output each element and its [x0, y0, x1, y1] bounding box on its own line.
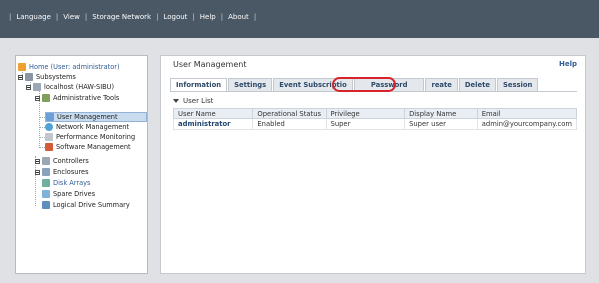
tree-item-label: Enclosures — [53, 168, 89, 176]
menu-separator: | — [156, 13, 159, 21]
controller-icon — [42, 157, 50, 165]
collapse-icon[interactable] — [35, 95, 40, 101]
tree-item-controllers[interactable]: Controllers — [35, 156, 89, 166]
menu-logout[interactable]: Logout — [163, 13, 187, 21]
user-table: User Name Operational Status Privilege D… — [172, 108, 578, 130]
disk-array-icon — [42, 179, 50, 187]
help-link[interactable]: Help — [559, 60, 577, 68]
table-row[interactable]: administrator Enabled Super Super user a… — [172, 118, 578, 130]
section-title: User List — [183, 97, 214, 105]
logical-drive-icon — [42, 201, 50, 209]
cell-user-name[interactable]: administrator — [172, 118, 254, 130]
menu-help[interactable]: Help — [200, 13, 216, 21]
tree-item-subsystems[interactable]: Subsystems — [18, 72, 76, 82]
tree-item-label: Software Management — [56, 143, 131, 151]
tree-item-label: Logical Drive Summary — [53, 201, 130, 209]
tree-item-enclosures[interactable]: Enclosures — [35, 167, 89, 177]
tab-settings[interactable]: Settings — [228, 78, 273, 91]
column-header: Email — [476, 108, 578, 119]
menu-separator: | — [253, 13, 257, 21]
table-header-row: User Name Operational Status Privilege D… — [172, 108, 578, 119]
menu-language[interactable]: Language — [16, 13, 51, 21]
tree-item-logical-drive-summary[interactable]: Logical Drive Summary — [42, 200, 130, 210]
subsystems-icon — [25, 73, 33, 81]
navigation-tree: Home (User: administrator) Subsystems lo… — [15, 55, 148, 274]
tree-item-label: Subsystems — [36, 73, 76, 81]
performance-icon — [45, 133, 53, 141]
tree-item-label: Network Management — [56, 123, 130, 131]
tree-item-spare-drives[interactable]: Spare Drives — [42, 189, 95, 199]
tree-item-label: Performance Monitoring — [56, 133, 136, 141]
tools-icon — [42, 94, 50, 102]
user-list-header[interactable]: User List — [173, 97, 213, 105]
home-icon — [18, 63, 26, 71]
software-icon — [45, 143, 53, 151]
menu-separator: | — [220, 13, 224, 21]
expand-icon[interactable] — [35, 158, 40, 164]
main-menu: | Language | View | Storage Network | Lo… — [4, 13, 261, 21]
top-menu-bar: | Language | View | Storage Network | Lo… — [0, 0, 599, 38]
cell-display-name: Super user — [404, 118, 478, 130]
tree-item-disk-arrays[interactable]: Disk Arrays — [42, 178, 90, 188]
tree-item-label: User Management — [57, 113, 118, 121]
tree-item-label: Disk Arrays — [53, 179, 91, 187]
user-icon — [46, 113, 54, 121]
network-icon — [45, 123, 53, 131]
page-title: User Management — [173, 60, 247, 69]
tree-item-software-management[interactable]: Software Management — [45, 142, 131, 152]
tree-item-label: localhost (HAW-SIBU) — [44, 83, 115, 91]
menu-about[interactable]: About — [228, 13, 249, 21]
column-header: Operational Status — [252, 108, 327, 119]
collapse-icon[interactable] — [18, 74, 23, 80]
tree-item-network-management[interactable]: Network Management — [45, 122, 129, 132]
collapse-icon[interactable] — [26, 84, 31, 90]
tree-item-localhost[interactable]: localhost (HAW-SIBU) — [26, 82, 114, 92]
tree-item-administrative-tools[interactable]: Administrative Tools — [35, 93, 119, 103]
column-header: Display Name — [404, 108, 478, 119]
tab-session[interactable]: Session — [496, 78, 539, 91]
cell-operational-status: Enabled — [252, 118, 327, 130]
tree-item-performance-monitoring[interactable]: Performance Monitoring — [45, 132, 135, 142]
menu-storage-network[interactable]: Storage Network — [92, 13, 151, 21]
tab-create[interactable]: reate — [425, 78, 458, 91]
tree-item-label: Spare Drives — [53, 190, 96, 198]
tab-delete[interactable]: Delete — [458, 78, 496, 91]
menu-separator: | — [9, 13, 12, 21]
column-header: Privilege — [325, 108, 406, 119]
server-icon — [33, 83, 41, 91]
collapse-triangle-icon — [173, 99, 179, 103]
expand-icon[interactable] — [35, 169, 40, 175]
user-management-panel: User Management Help Information Setting… — [160, 55, 586, 274]
tree-item-label: Controllers — [53, 157, 89, 165]
tree-item-user-management[interactable]: User Management — [45, 112, 147, 122]
menu-separator: | — [192, 13, 195, 21]
spare-drive-icon — [42, 190, 50, 198]
cell-privilege: Super — [325, 118, 406, 130]
cell-email: admin@yourcompany.com — [476, 118, 578, 130]
menu-separator: | — [55, 13, 59, 21]
menu-separator: | — [84, 13, 88, 21]
tab-information[interactable]: Information — [170, 78, 228, 91]
menu-view[interactable]: View — [63, 13, 80, 21]
column-header: User Name — [172, 108, 254, 119]
tree-item-label: Home (User: administrator) — [29, 63, 120, 71]
password-tab-highlight — [332, 77, 396, 92]
enclosure-icon — [42, 168, 50, 176]
tree-item-label: Administrative Tools — [53, 94, 120, 102]
tree-item-home[interactable]: Home (User: administrator) — [18, 62, 120, 72]
